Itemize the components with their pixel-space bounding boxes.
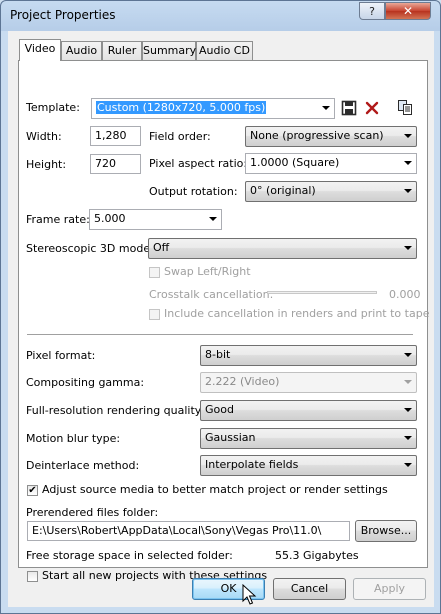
chevron-down-icon [404, 436, 412, 440]
copy-icon[interactable] [397, 99, 413, 115]
video-tab-panel: Template: Custom (1280x720, 5.000 fps) W… [18, 60, 430, 582]
width-field[interactable]: 1,280 [90, 126, 141, 146]
tab-video[interactable]: Video [19, 39, 61, 61]
tab-summary[interactable]: Summary [142, 41, 196, 60]
tab-audio-cd[interactable]: Audio CD [196, 41, 253, 60]
project-properties-window: Project Properties ? ✕ Video Audio Ruler… [0, 0, 441, 614]
frame-rate-combo[interactable]: 5.000 [89, 209, 222, 230]
quality-select[interactable]: Good [200, 400, 417, 421]
gamma-label: Compositing gamma: [26, 376, 145, 389]
width-label: Width: [26, 130, 62, 143]
swap-left-right-label: Swap Left/Right [164, 265, 251, 278]
pixel-aspect-combo[interactable]: 1.0000 (Square) [245, 153, 417, 174]
title-bar[interactable]: Project Properties ? ✕ [1, 1, 440, 31]
crosstalk-label: Crosstalk cancellation: [149, 288, 274, 301]
delete-icon[interactable] [364, 100, 380, 116]
browse-button[interactable]: Browse... [355, 520, 417, 542]
frame-rate-label: Frame rate: [26, 213, 90, 226]
template-label: Template: [26, 101, 80, 114]
motion-blur-value: Gaussian [205, 431, 256, 444]
close-button[interactable]: ✕ [385, 2, 431, 20]
chevron-down-icon [404, 380, 412, 384]
output-rotation-value: 0° (original) [250, 184, 316, 197]
swap-left-right-checkbox[interactable] [149, 267, 160, 278]
help-button[interactable]: ? [359, 2, 385, 20]
field-order-value: None (progressive scan) [250, 129, 384, 142]
output-rotation-select[interactable]: 0° (original) [245, 181, 417, 202]
motion-blur-label: Motion blur type: [26, 432, 121, 445]
tab-ruler[interactable]: Ruler [102, 41, 142, 60]
adjust-source-checkbox[interactable]: ✔ [27, 485, 38, 496]
template-value: Custom (1280x720, 5.000 fps) [96, 101, 267, 114]
gamma-select[interactable]: 2.222 (Video) [200, 372, 417, 393]
stereo-mode-select[interactable]: Off [148, 238, 417, 259]
template-combo[interactable]: Custom (1280x720, 5.000 fps) [91, 98, 335, 119]
quality-label: Full-resolution rendering quality: [26, 404, 205, 417]
chevron-down-icon [404, 189, 412, 193]
chevron-down-icon [209, 217, 217, 221]
gamma-value: 2.222 (Video) [205, 375, 280, 388]
deinterlace-select[interactable]: Interpolate fields [200, 455, 417, 476]
free-space-value: 55.3 Gigabytes [275, 549, 359, 562]
chevron-down-icon [404, 353, 412, 357]
crosstalk-slider[interactable] [267, 291, 377, 294]
start-all-checkbox[interactable] [27, 571, 38, 582]
apply-button[interactable]: Apply [353, 578, 426, 600]
crosstalk-value: 0.000 [389, 288, 421, 301]
prerendered-label: Prerendered files folder: [26, 506, 159, 519]
height-label: Height: [26, 158, 67, 171]
save-icon[interactable] [341, 100, 357, 116]
motion-blur-select[interactable]: Gaussian [200, 428, 417, 449]
tab-audio[interactable]: Audio [61, 41, 102, 60]
pixel-format-value: 8-bit [205, 348, 231, 361]
chevron-down-icon [404, 408, 412, 412]
include-cancellation-label: Include cancellation in renders and prin… [164, 307, 430, 320]
prerendered-folder-field[interactable]: E:\Users\Robert\AppData\Local\Sony\Vegas… [27, 521, 350, 541]
frame-rate-value: 5.000 [94, 212, 126, 225]
free-space-label: Free storage space in selected folder: [26, 549, 233, 562]
deinterlace-label: Deinterlace method: [26, 459, 140, 472]
pixel-aspect-value: 1.0000 (Square) [250, 156, 340, 169]
pixel-format-label: Pixel format: [26, 349, 96, 362]
output-rotation-label: Output rotation: [149, 185, 238, 198]
chevron-down-icon [404, 161, 412, 165]
deinterlace-value: Interpolate fields [205, 458, 299, 471]
mouse-cursor-icon [242, 584, 257, 605]
field-order-select[interactable]: None (progressive scan) [245, 126, 417, 147]
include-cancellation-checkbox[interactable] [149, 309, 160, 320]
chevron-down-icon [404, 246, 412, 250]
height-field[interactable]: 720 [90, 154, 141, 174]
pixel-format-select[interactable]: 8-bit [200, 345, 417, 366]
stereo-label: Stereoscopic 3D mode: [26, 242, 154, 255]
stereo-mode-value: Off [153, 241, 170, 254]
chevron-down-icon [322, 106, 330, 110]
chevron-down-icon [404, 463, 412, 467]
dialog-client: Video Audio Ruler Summary Audio CD Templ… [8, 31, 434, 607]
chevron-down-icon [404, 134, 412, 138]
field-order-label: Field order: [149, 130, 211, 143]
window-title: Project Properties [10, 8, 116, 22]
separator [27, 334, 413, 336]
adjust-source-label: Adjust source media to better match proj… [42, 483, 388, 496]
cancel-button[interactable]: Cancel [273, 578, 346, 600]
quality-value: Good [205, 403, 234, 416]
pixel-aspect-label: Pixel aspect ratio: [149, 157, 248, 170]
